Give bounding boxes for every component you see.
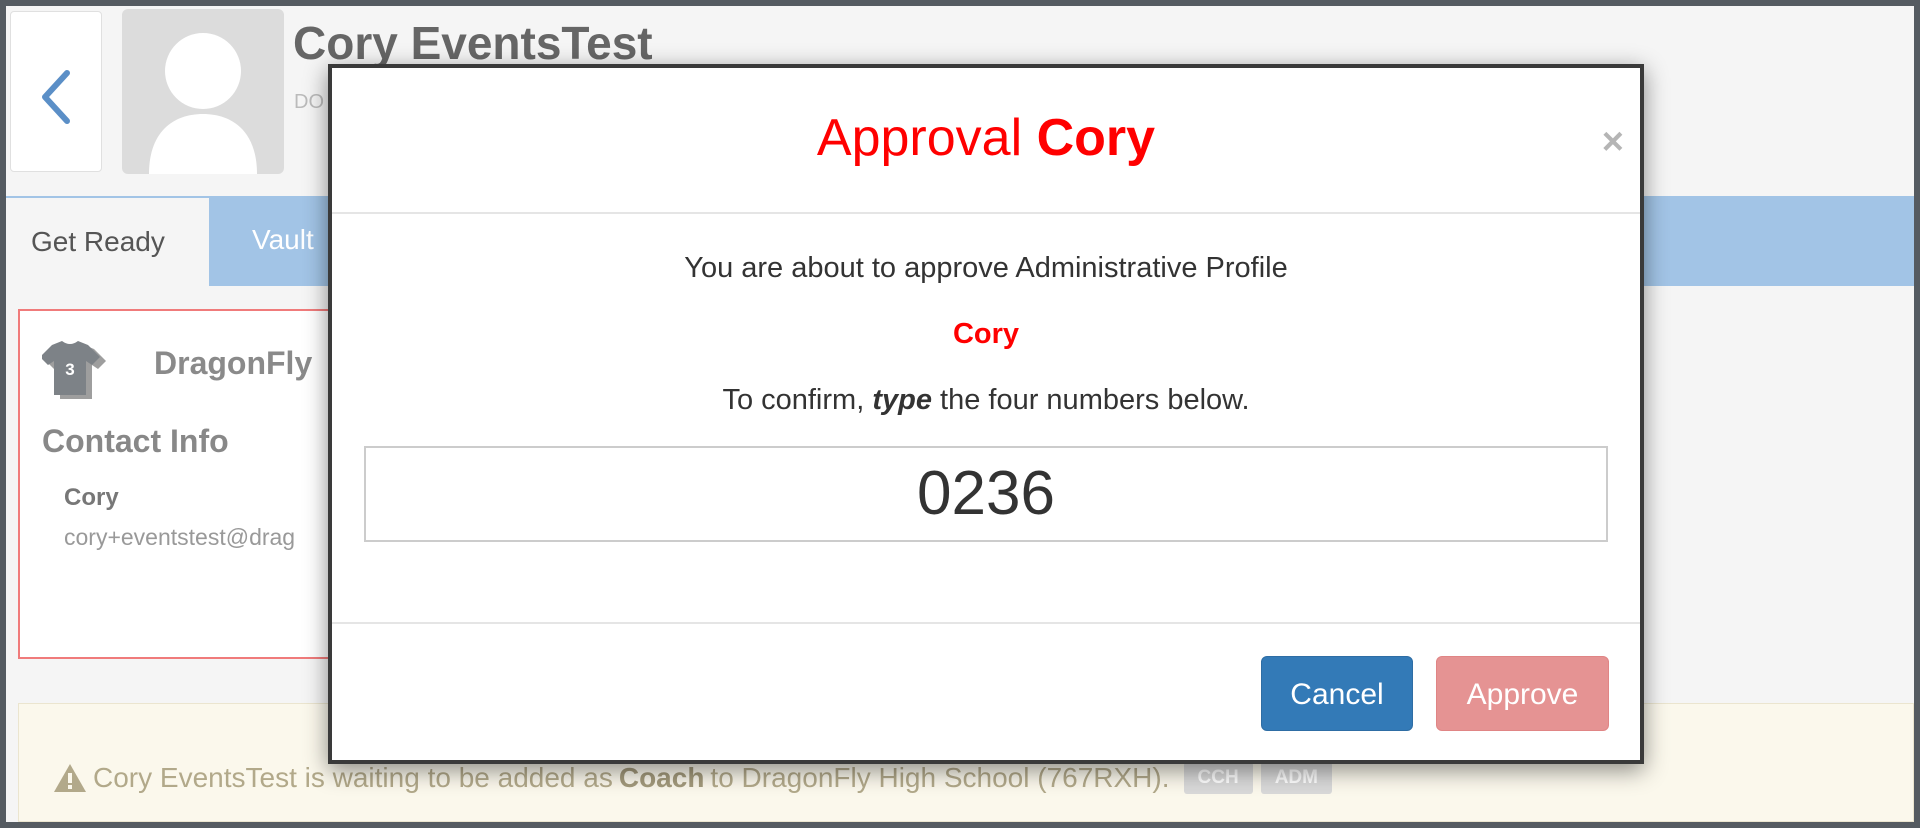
back-button[interactable] xyxy=(10,11,102,172)
approve-profile-name: Cory xyxy=(952,318,1020,350)
contact-email: cory+eventstest@drag xyxy=(64,524,296,550)
modal-title-name: Cory xyxy=(1036,109,1156,167)
contact-info-heading: Contact Info xyxy=(42,423,229,459)
jersey-icon: 3 xyxy=(42,341,106,399)
role-chip-adm[interactable]: ADM xyxy=(1260,762,1332,794)
confirm-emphasis: type xyxy=(872,384,932,416)
role-chip-cch[interactable]: CCH xyxy=(1183,762,1253,794)
tab-get-ready[interactable]: Get Ready xyxy=(6,196,209,286)
page-title: Cory EventsTest xyxy=(293,17,653,69)
modal-body: You are about to approve Administrative … xyxy=(332,214,1640,624)
confirm-prefix: To confirm, xyxy=(722,384,865,416)
modal-title-prefix: Approval xyxy=(816,109,1023,167)
close-icon[interactable]: × xyxy=(1602,123,1624,161)
warning-icon xyxy=(54,764,86,792)
confirmation-code: 0236 xyxy=(364,446,1608,542)
notice-text-before: Cory EventsTest is waiting to be added a… xyxy=(93,762,613,793)
back-chevron-icon xyxy=(42,70,70,124)
confirm-suffix: the four numbers below. xyxy=(940,384,1250,416)
approval-modal: Approval Cory × You are about to approve… xyxy=(328,64,1644,764)
approve-button[interactable]: Approve xyxy=(1436,656,1609,731)
jersey-number: 3 xyxy=(65,360,74,379)
cancel-button[interactable]: Cancel xyxy=(1261,656,1413,731)
avatar xyxy=(122,9,284,174)
notice-role: Coach xyxy=(618,762,705,793)
tab-vault[interactable]: Vault xyxy=(252,224,314,256)
modal-footer: Cancel Approve xyxy=(332,622,1640,766)
approve-message: You are about to approve Administrative … xyxy=(684,252,1288,284)
school-name: DragonFly xyxy=(154,345,313,381)
confirm-instructions: To confirm, type the four numbers below. xyxy=(332,384,1640,417)
profile-subcode: DO xyxy=(294,91,324,113)
contact-name: Cory xyxy=(64,484,119,511)
modal-title: Approval Cory xyxy=(332,108,1640,168)
notice-text-after: to DragonFly High School (767RXH). xyxy=(710,762,1170,793)
modal-header: Approval Cory × xyxy=(332,68,1640,214)
avatar-placeholder-icon xyxy=(149,33,257,174)
tab-get-ready-label: Get Ready xyxy=(31,226,165,257)
